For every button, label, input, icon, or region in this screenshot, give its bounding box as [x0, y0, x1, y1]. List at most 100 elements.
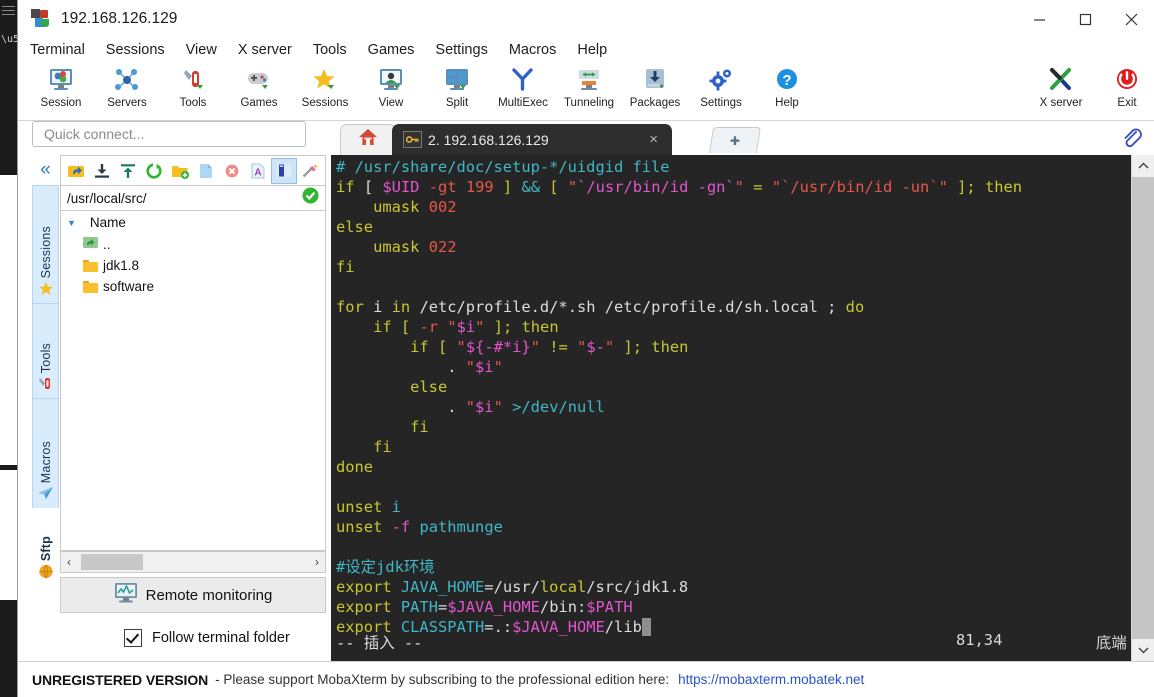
- scroll-left-arrow-icon[interactable]: ‹: [61, 555, 77, 569]
- toggle-pane-icon[interactable]: [271, 157, 297, 184]
- menu-games[interactable]: Games: [368, 42, 415, 58]
- toolbar-button-sessions[interactable]: Sessions: [292, 65, 358, 109]
- terminal-line: fi: [410, 418, 429, 436]
- parent-folder-icon[interactable]: [63, 158, 89, 184]
- download-icon[interactable]: [89, 158, 115, 184]
- close-button[interactable]: [1108, 0, 1154, 38]
- check-ok-icon: [302, 187, 319, 209]
- toolbar-label: Tunneling: [563, 97, 615, 109]
- multiexec-fork-icon: [490, 65, 556, 95]
- new-folder-icon[interactable]: [167, 158, 193, 184]
- tab-strip: 2. 192.168.126.129 × ✚: [331, 124, 1108, 155]
- terminal-line: unset -f pathmunge: [336, 518, 503, 536]
- parent-dir-icon: [83, 236, 98, 254]
- terminal-line: unset i: [336, 498, 401, 516]
- sidebar-item-sessions[interactable]: Sessions: [32, 185, 59, 303]
- remote-monitoring-button[interactable]: Remote monitoring: [60, 577, 326, 613]
- terminal-tab-bar: 2. 192.168.126.129 × ✚: [331, 121, 1154, 155]
- toolbar-button-tools[interactable]: Tools: [160, 65, 226, 109]
- terminal-area: 2. 192.168.126.129 × ✚ # /usr/share/doc/…: [331, 121, 1154, 661]
- text-editor-icon[interactable]: A: [245, 158, 271, 184]
- home-icon: [358, 128, 378, 152]
- x-server-icon: [1028, 65, 1094, 95]
- toolbar-button-settings[interactable]: Settings: [688, 65, 754, 109]
- toolbar-button-split[interactable]: Split: [424, 65, 490, 109]
- help-question-icon: ?: [754, 65, 820, 95]
- paperclip-icon[interactable]: [1112, 125, 1150, 151]
- terminal-line: for i in /etc/profile.d/*.sh /etc/profil…: [336, 298, 865, 316]
- tools-knife-icon: [160, 65, 226, 95]
- file-browser-horizontal-scrollbar[interactable]: ‹ ›: [60, 551, 326, 573]
- follow-terminal-folder-checkbox[interactable]: Follow terminal folder: [60, 625, 326, 651]
- toolbar-label: Games: [240, 97, 278, 109]
- list-item[interactable]: jdk1.8: [61, 255, 325, 276]
- refresh-icon[interactable]: [141, 158, 167, 184]
- packages-download-icon: [622, 65, 688, 95]
- toolbar-button-session[interactable]: Session: [28, 65, 94, 109]
- toolbar-button-multiexec[interactable]: MultiExec: [490, 65, 556, 109]
- menu-tools[interactable]: Tools: [313, 42, 347, 58]
- terminal-output-pane[interactable]: # /usr/share/doc/setup-*/uidgid file if …: [331, 155, 1154, 661]
- minimize-button[interactable]: [1016, 0, 1062, 38]
- toolbar-label: Servers: [107, 97, 147, 109]
- toolbar-button-x-server[interactable]: X server: [1028, 65, 1094, 109]
- upload-icon[interactable]: [115, 158, 141, 184]
- tab-close-icon[interactable]: ×: [649, 131, 658, 148]
- file-browser-path-input[interactable]: /usr/local/src/: [60, 185, 326, 211]
- footer-link[interactable]: https://mobaxterm.mobatek.net: [678, 672, 864, 687]
- maximize-button[interactable]: [1062, 0, 1108, 38]
- toolbar-button-servers[interactable]: Servers: [94, 65, 160, 109]
- unregistered-badge: UNREGISTERED VERSION: [32, 671, 209, 688]
- toolbar-button-help[interactable]: ? Help: [754, 65, 820, 109]
- new-file-icon[interactable]: [193, 158, 219, 184]
- file-browser-column-header[interactable]: ▼ Name: [61, 211, 325, 234]
- sidebar-item-sftp[interactable]: Sftp: [32, 508, 59, 586]
- quick-connect-input[interactable]: Quick connect...: [32, 121, 306, 147]
- folder-icon: [83, 259, 98, 272]
- scroll-thumb[interactable]: [1132, 177, 1154, 639]
- terminal-vertical-scrollbar[interactable]: [1131, 155, 1154, 661]
- toolbar-button-packages[interactable]: Packages: [622, 65, 688, 109]
- toolbar-button-exit[interactable]: Exit: [1094, 65, 1154, 109]
- scroll-thumb[interactable]: [81, 554, 143, 570]
- terminal-line: umask 022: [373, 238, 457, 256]
- toolbar-label: View: [378, 97, 404, 109]
- sessions-star-icon: [292, 65, 358, 95]
- menu-help[interactable]: Help: [577, 42, 607, 58]
- terminal-line: if [ "${-#*i}" != "$-" ]; then: [410, 338, 689, 356]
- menu-x-server[interactable]: X server: [238, 42, 292, 58]
- monitor-graph-icon: [114, 582, 138, 608]
- tab-session[interactable]: 2. 192.168.126.129 ×: [392, 124, 672, 155]
- menu-sessions[interactable]: Sessions: [106, 42, 165, 58]
- toolbar-button-tunneling[interactable]: Tunneling: [556, 65, 622, 109]
- scroll-down-arrow-icon[interactable]: [1132, 639, 1154, 661]
- list-item[interactable]: software: [61, 276, 325, 297]
- scroll-right-arrow-icon[interactable]: ›: [309, 555, 325, 569]
- scroll-track[interactable]: [77, 553, 309, 571]
- toolbar-button-games[interactable]: Games: [226, 65, 292, 109]
- menu-view[interactable]: View: [186, 42, 217, 58]
- tab-home[interactable]: [340, 124, 396, 155]
- split-panes-icon: [424, 65, 490, 95]
- terminal-line: . "$i" >/dev/null: [336, 398, 605, 416]
- list-item[interactable]: ..: [61, 234, 325, 255]
- terminal-line: export PATH=$JAVA_HOME/bin:$PATH: [336, 598, 633, 616]
- toolbar-label: Help: [775, 97, 799, 109]
- scroll-up-arrow-icon[interactable]: [1132, 155, 1154, 177]
- terminal-line: export JAVA_HOME=/usr/local/src/jdk1.8: [336, 578, 689, 596]
- svg-text:A: A: [254, 167, 261, 178]
- checkbox-checked-icon[interactable]: [124, 629, 142, 647]
- menu-settings[interactable]: Settings: [435, 42, 487, 58]
- terminal-line: if [ $UID -gt 199 ] && [ "`/usr/bin/id -…: [336, 178, 1023, 196]
- menu-terminal[interactable]: Terminal: [30, 42, 85, 58]
- tunneling-arrows-icon: [556, 65, 622, 95]
- sidebar-item-tools[interactable]: Tools: [32, 303, 59, 398]
- svg-text:?: ?: [782, 72, 791, 89]
- magic-wand-icon[interactable]: [297, 158, 323, 184]
- delete-icon[interactable]: [219, 158, 245, 184]
- toolbar-button-view[interactable]: View: [358, 65, 424, 109]
- new-tab-button[interactable]: ✚: [708, 127, 762, 153]
- main-toolbar: Session Servers Tools Games Sessions Vie…: [18, 62, 1154, 121]
- menu-macros[interactable]: Macros: [509, 42, 557, 58]
- sidebar-item-macros[interactable]: Macros: [32, 398, 59, 508]
